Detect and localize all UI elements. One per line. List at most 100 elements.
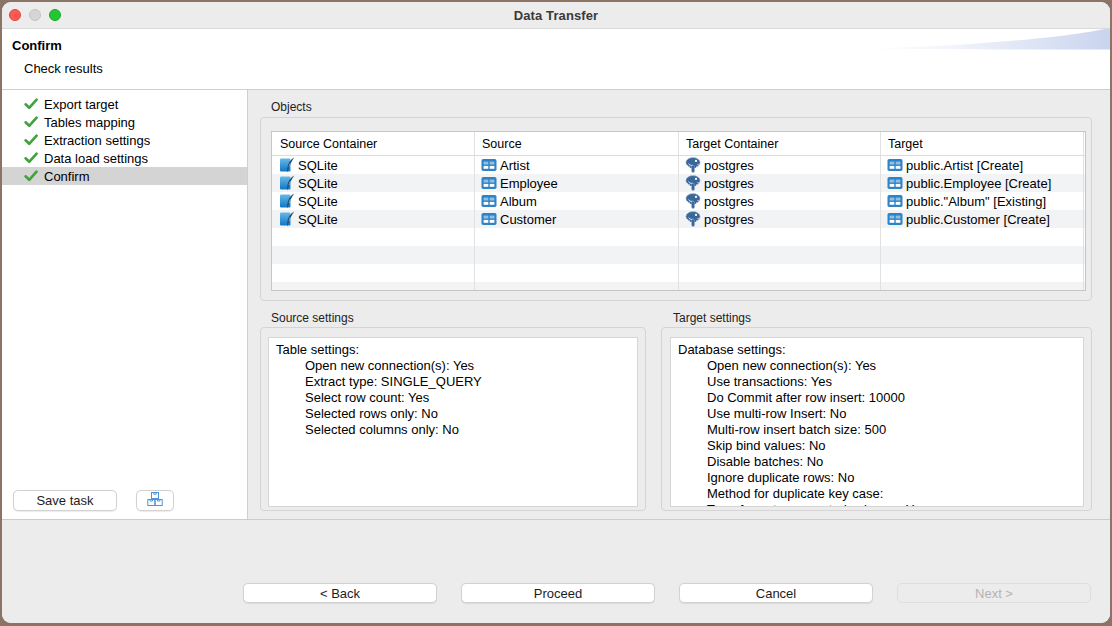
cell-target-container: postgres: [678, 210, 880, 228]
column-separator[interactable]: [474, 132, 475, 290]
check-icon: [24, 116, 39, 129]
sidebar-step-export-target[interactable]: Export target: [2, 95, 247, 113]
cell-target: public.Customer [Create]: [880, 210, 1083, 228]
cell-source-container: SQLite: [272, 192, 474, 210]
sidebar-step-label: Extraction settings: [44, 133, 150, 148]
cell-source: Album: [474, 192, 678, 210]
proceed-button-label: Proceed: [534, 586, 582, 601]
cell-text: SQLite: [298, 212, 338, 227]
sidebar-step-label: Confirm: [44, 169, 90, 184]
cell-source-container: SQLite: [272, 156, 474, 174]
confirm-page-content: Objects Source ContainerSourceTarget Con…: [249, 90, 1110, 519]
cell-source: Employee: [474, 174, 678, 192]
cell-text: postgres: [704, 212, 754, 227]
cell-text: SQLite: [298, 194, 338, 209]
stacked-boxes-icon: [147, 491, 163, 510]
settings-line: Method for duplicate key case:: [678, 486, 1079, 502]
settings-heading: Database settings:: [678, 342, 1079, 358]
column-separator[interactable]: [1083, 132, 1084, 290]
source-settings-panel: Table settings:Open new connection(s): Y…: [268, 337, 638, 507]
wizard-step-subtitle: Check results: [24, 61, 103, 76]
cell-text: postgres: [704, 158, 754, 173]
objects-group-label: Objects: [271, 100, 312, 114]
wizard-step-list: Export target Tables mapping Extraction se…: [2, 95, 247, 185]
settings-line: Selected rows only: No: [276, 406, 633, 422]
column-header-target[interactable]: Target: [880, 132, 1083, 156]
sidebar-step-data-load-settings[interactable]: Data load settings: [2, 149, 247, 167]
table-icon: [481, 175, 497, 191]
sqlite-database-icon: [279, 175, 295, 191]
cell-text: public.Customer [Create]: [906, 212, 1050, 227]
data-transfer-dialog: Data Transfer Confirm Check results Expo…: [2, 2, 1110, 623]
settings-line: Selected columns only: No: [276, 422, 633, 438]
cell-text: public."Album" [Existing]: [906, 194, 1046, 209]
column-header-source[interactable]: Source: [474, 132, 678, 156]
sidebar-step-tables-mapping[interactable]: Tables mapping: [2, 113, 247, 131]
column-header-source-container[interactable]: Source Container: [272, 132, 474, 156]
settings-line: Use transactions: Yes: [678, 374, 1079, 390]
wizard-step-title: Confirm: [12, 38, 62, 53]
sqlite-database-icon: [279, 211, 295, 227]
cell-text: postgres: [704, 176, 754, 191]
table-icon: [481, 157, 497, 173]
settings-line: Select row count: Yes: [276, 390, 633, 406]
postgres-database-icon: [685, 211, 701, 227]
settings-line: Extract type: SINGLE_QUERY: [276, 374, 633, 390]
cell-text: SQLite: [298, 158, 338, 173]
back-button[interactable]: < Back: [243, 583, 437, 603]
next-button: Next >: [897, 583, 1091, 603]
cell-target: public."Album" [Existing]: [880, 192, 1083, 210]
next-button-label: Next >: [975, 586, 1013, 601]
source-settings-label: Source settings: [271, 311, 354, 325]
cell-text: Customer: [500, 212, 556, 227]
column-separator[interactable]: [880, 132, 881, 290]
settings-heading: Table settings:: [276, 342, 633, 358]
settings-line: Transfer auto-generated columns: Yes: [678, 502, 1079, 507]
check-icon: [24, 134, 39, 147]
cell-source-container: SQLite: [272, 210, 474, 228]
sidebar-step-label: Data load settings: [44, 151, 148, 166]
wizard-header: Confirm Check results: [2, 29, 1110, 90]
settings-line: Use multi-row Insert: No: [678, 406, 1079, 422]
check-icon: [24, 170, 39, 183]
save-task-button[interactable]: Save task: [13, 490, 117, 511]
table-icon: [887, 157, 903, 173]
column-header-target-container[interactable]: Target Container: [678, 132, 880, 156]
task-tool-button[interactable]: [136, 490, 174, 511]
target-settings-panel: Database settings:Open new connection(s)…: [670, 337, 1084, 507]
table-icon: [887, 193, 903, 209]
save-task-label: Save task: [36, 493, 93, 508]
sidebar-step-confirm[interactable]: Confirm: [2, 167, 247, 185]
cell-target-container: postgres: [678, 192, 880, 210]
cell-target-container: postgres: [678, 156, 880, 174]
cell-source: Customer: [474, 210, 678, 228]
wizard-steps-sidebar: Export target Tables mapping Extraction se…: [2, 90, 248, 519]
settings-line: Ignore duplicate rows: No: [678, 470, 1079, 486]
sqlite-database-icon: [279, 157, 295, 173]
cell-source-container: SQLite: [272, 174, 474, 192]
check-icon: [24, 152, 39, 165]
objects-table[interactable]: Source ContainerSourceTarget ContainerTa…: [271, 131, 1086, 291]
cell-text: public.Employee [Create]: [906, 176, 1051, 191]
cancel-button[interactable]: Cancel: [679, 583, 873, 603]
settings-line: Skip bind values: No: [678, 438, 1079, 454]
cell-source: Artist: [474, 156, 678, 174]
dialog-footer: < Back Proceed Cancel Next >: [2, 519, 1110, 623]
sqlite-database-icon: [279, 193, 295, 209]
cancel-button-label: Cancel: [756, 586, 796, 601]
save-task-row: Save task: [13, 490, 174, 511]
column-separator[interactable]: [678, 132, 679, 290]
cell-text: Artist: [500, 158, 530, 173]
sidebar-step-extraction-settings[interactable]: Extraction settings: [2, 131, 247, 149]
proceed-button[interactable]: Proceed: [461, 583, 655, 603]
settings-line: Multi-row insert batch size: 500: [678, 422, 1079, 438]
cell-target: public.Employee [Create]: [880, 174, 1083, 192]
settings-line: Do Commit after row insert: 10000: [678, 390, 1079, 406]
table-icon: [481, 211, 497, 227]
sidebar-step-label: Export target: [44, 97, 118, 112]
postgres-database-icon: [685, 193, 701, 209]
table-icon: [887, 175, 903, 191]
cell-target: public.Artist [Create]: [880, 156, 1083, 174]
table-icon: [887, 211, 903, 227]
sidebar-step-label: Tables mapping: [44, 115, 135, 130]
